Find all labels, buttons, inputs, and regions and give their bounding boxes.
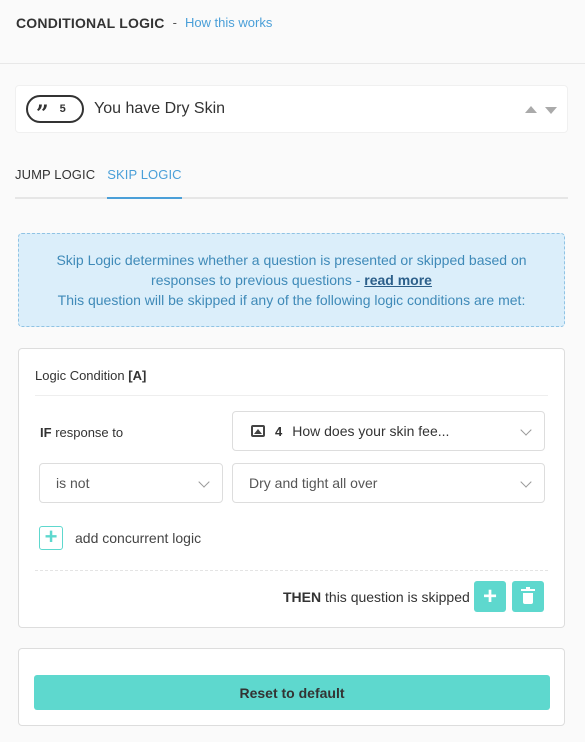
logic-condition-card: Logic Condition [A] IF response to 4 How… xyxy=(18,348,565,628)
question-card: ” 5 You have Dry Skin xyxy=(15,85,568,133)
chevron-down-icon xyxy=(198,476,210,488)
reset-to-default-button[interactable]: Reset to default xyxy=(34,675,550,710)
operator-select[interactable]: is not xyxy=(39,463,223,503)
answer-select[interactable]: Dry and tight all over xyxy=(232,463,545,503)
question-nav xyxy=(525,104,557,114)
operator-value: is not xyxy=(56,475,90,491)
logic-condition-label: Logic Condition xyxy=(35,368,125,383)
how-this-works-link[interactable]: How this works xyxy=(185,15,272,30)
if-response-label: IF response to xyxy=(40,425,123,440)
logic-condition-heading: Logic Condition [A] xyxy=(35,368,146,383)
then-statement: THEN this question is skipped xyxy=(283,589,470,605)
info-line-1: Skip Logic determines whether a question… xyxy=(56,252,527,268)
divider xyxy=(35,570,548,571)
tab-skip-logic[interactable]: SKIP LOGIC xyxy=(107,158,182,199)
reset-card: Reset to default xyxy=(18,648,565,726)
arrow-up-icon[interactable] xyxy=(525,106,537,113)
skip-logic-info: Skip Logic determines whether a question… xyxy=(18,233,565,327)
selected-question-text: How does your skin fee... xyxy=(292,423,450,439)
then-text: this question is skipped xyxy=(325,589,470,605)
question-select[interactable]: 4 How does your skin fee... xyxy=(232,411,545,451)
chevron-down-icon xyxy=(520,424,532,436)
arrow-down-icon[interactable] xyxy=(545,107,557,114)
logic-condition-id: [A] xyxy=(128,368,147,383)
info-line-3: This question will be skipped if any of … xyxy=(57,292,526,308)
divider xyxy=(35,395,548,396)
selected-question-number: 4 xyxy=(275,423,283,439)
add-concurrent-label: add concurrent logic xyxy=(75,530,202,546)
if-keyword: IF xyxy=(40,425,52,440)
add-condition-button[interactable]: + xyxy=(474,581,506,612)
answer-value: Dry and tight all over xyxy=(249,475,378,491)
question-title: You have Dry Skin xyxy=(94,100,226,117)
logic-tabs: JUMP LOGIC SKIP LOGIC xyxy=(15,158,568,199)
quote-icon: ” xyxy=(36,100,49,127)
tab-jump-logic[interactable]: JUMP LOGIC xyxy=(15,158,95,197)
page-title: CONDITIONAL LOGIC xyxy=(16,14,165,31)
info-line-2-text: responses to previous questions - xyxy=(151,272,361,288)
plus-icon: + xyxy=(39,526,63,550)
header: CONDITIONAL LOGIC - How this works xyxy=(0,0,585,64)
plus-icon: + xyxy=(482,582,497,610)
info-line-2: responses to previous questions - read m… xyxy=(19,270,564,290)
question-number: 5 xyxy=(59,103,66,115)
image-icon xyxy=(251,425,265,437)
header-separator: - xyxy=(172,15,177,30)
add-concurrent-logic-button[interactable]: + add concurrent logic xyxy=(39,526,201,550)
question-number-badge: ” 5 xyxy=(26,95,84,127)
then-keyword: THEN xyxy=(283,589,322,605)
read-more-link[interactable]: read more xyxy=(364,272,432,288)
trash-icon xyxy=(521,586,535,604)
chevron-down-icon xyxy=(520,476,532,488)
if-text: response to xyxy=(55,425,124,440)
delete-condition-button[interactable] xyxy=(512,581,544,612)
